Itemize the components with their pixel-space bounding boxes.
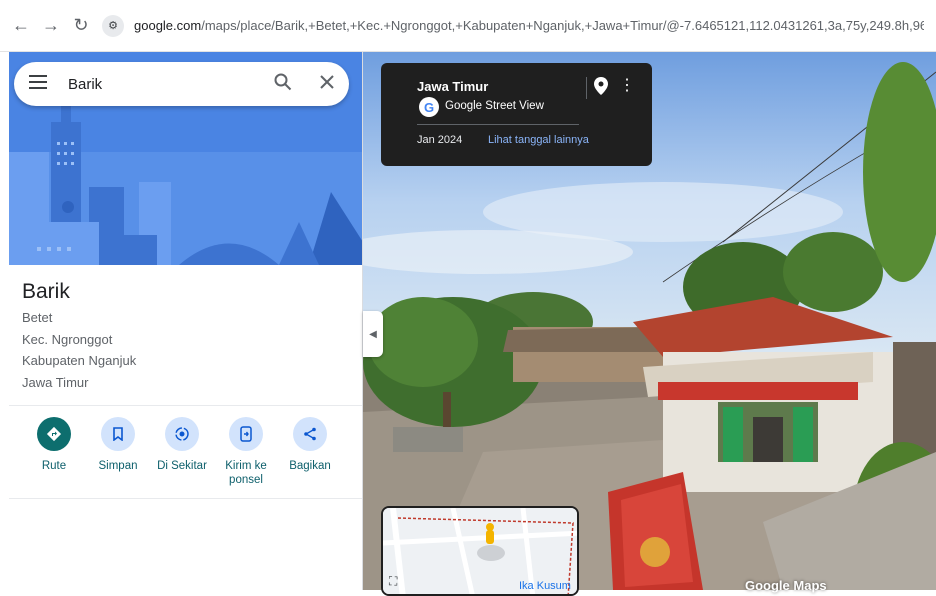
tune-icon: ⚙	[108, 20, 118, 32]
search-button[interactable]	[261, 73, 305, 96]
more-options-button[interactable]: ⋮	[619, 77, 635, 95]
divider	[9, 405, 362, 406]
minimap[interactable]: ⛶ Ika Kusum	[381, 506, 579, 596]
other-dates-link[interactable]: Lihat tanggal lainnya	[488, 134, 589, 146]
map-place-label: Ika Kusum	[519, 580, 571, 592]
action-bar: Rute Simpan Di Sekitar Kirim ke ponsel B…	[22, 417, 342, 487]
reload-button[interactable]: ↻	[66, 11, 96, 41]
source-label: Google Street View	[445, 100, 544, 112]
search-input[interactable]: Barik	[68, 76, 261, 93]
place-title: Barik	[22, 280, 70, 303]
directions-icon	[37, 417, 71, 451]
address-line: Kabupaten Nganjuk	[22, 353, 137, 368]
divider	[586, 77, 587, 99]
arrow-left-icon: ←	[12, 15, 30, 35]
more-vert-icon: ⋮	[619, 77, 635, 94]
menu-button[interactable]	[14, 74, 62, 94]
search-icon	[274, 73, 292, 96]
close-icon	[320, 74, 334, 94]
divider	[417, 124, 579, 125]
action-label: Rute	[41, 460, 67, 472]
url-path: /maps/place/Barik,+Betet,+Kec.+Ngronggot…	[201, 18, 924, 33]
site-info-button[interactable]: ⚙	[102, 14, 124, 37]
address-line: Betet	[22, 310, 53, 325]
directions-button[interactable]: Rute	[22, 417, 86, 487]
capture-date: Jan 2024	[417, 134, 463, 146]
send-to-phone-button[interactable]: Kirim ke ponsel	[214, 417, 278, 487]
location-pin-button[interactable]	[594, 77, 608, 100]
action-label: Simpan	[98, 460, 138, 472]
street-view-info-card: Jawa Timur G Google Street View Jan 2024…	[381, 63, 652, 166]
divider	[9, 498, 362, 499]
action-label: Kirim ke ponsel	[225, 460, 267, 486]
google-maps-credit: Google Maps	[745, 578, 827, 593]
reload-icon: ↻	[73, 15, 89, 35]
address-line: Jawa Timur	[22, 375, 89, 390]
share-icon	[293, 417, 327, 451]
nearby-icon	[165, 417, 199, 451]
hamburger-icon	[29, 74, 47, 94]
action-label: Di Sekitar	[157, 460, 207, 472]
bookmark-icon	[101, 417, 135, 451]
save-button[interactable]: Simpan	[86, 417, 150, 487]
collapse-panel-button[interactable]: ◀	[363, 311, 383, 357]
nearby-button[interactable]: Di Sekitar	[150, 417, 214, 487]
url-host: google.com	[134, 18, 202, 33]
address-line: Kec. Ngronggot	[22, 332, 113, 347]
send-to-phone-icon	[229, 417, 263, 451]
location-title: Jawa Timur	[417, 79, 489, 94]
google-logo-icon: G	[419, 97, 439, 117]
forward-button[interactable]: →	[36, 11, 66, 41]
arrow-right-icon: →	[42, 15, 60, 35]
search-box[interactable]: Barik	[14, 62, 349, 106]
close-button[interactable]	[305, 74, 349, 94]
address-bar[interactable]: google.com/maps/place/Barik,+Betet,+Kec.…	[134, 18, 924, 33]
chevron-left-icon: ◀	[369, 328, 377, 340]
browser-toolbar: ← → ↻ ⚙ google.com/maps/place/Barik,+Bet…	[0, 0, 936, 52]
location-pin-icon	[594, 77, 608, 99]
action-label: Bagikan	[289, 460, 331, 472]
place-panel: Barik Barik Betet Kec. Ngronggot Kabupat…	[0, 52, 363, 590]
expand-icon[interactable]: ⛶	[389, 574, 405, 590]
share-button[interactable]: Bagikan	[278, 417, 342, 487]
back-button[interactable]: ←	[6, 11, 36, 41]
